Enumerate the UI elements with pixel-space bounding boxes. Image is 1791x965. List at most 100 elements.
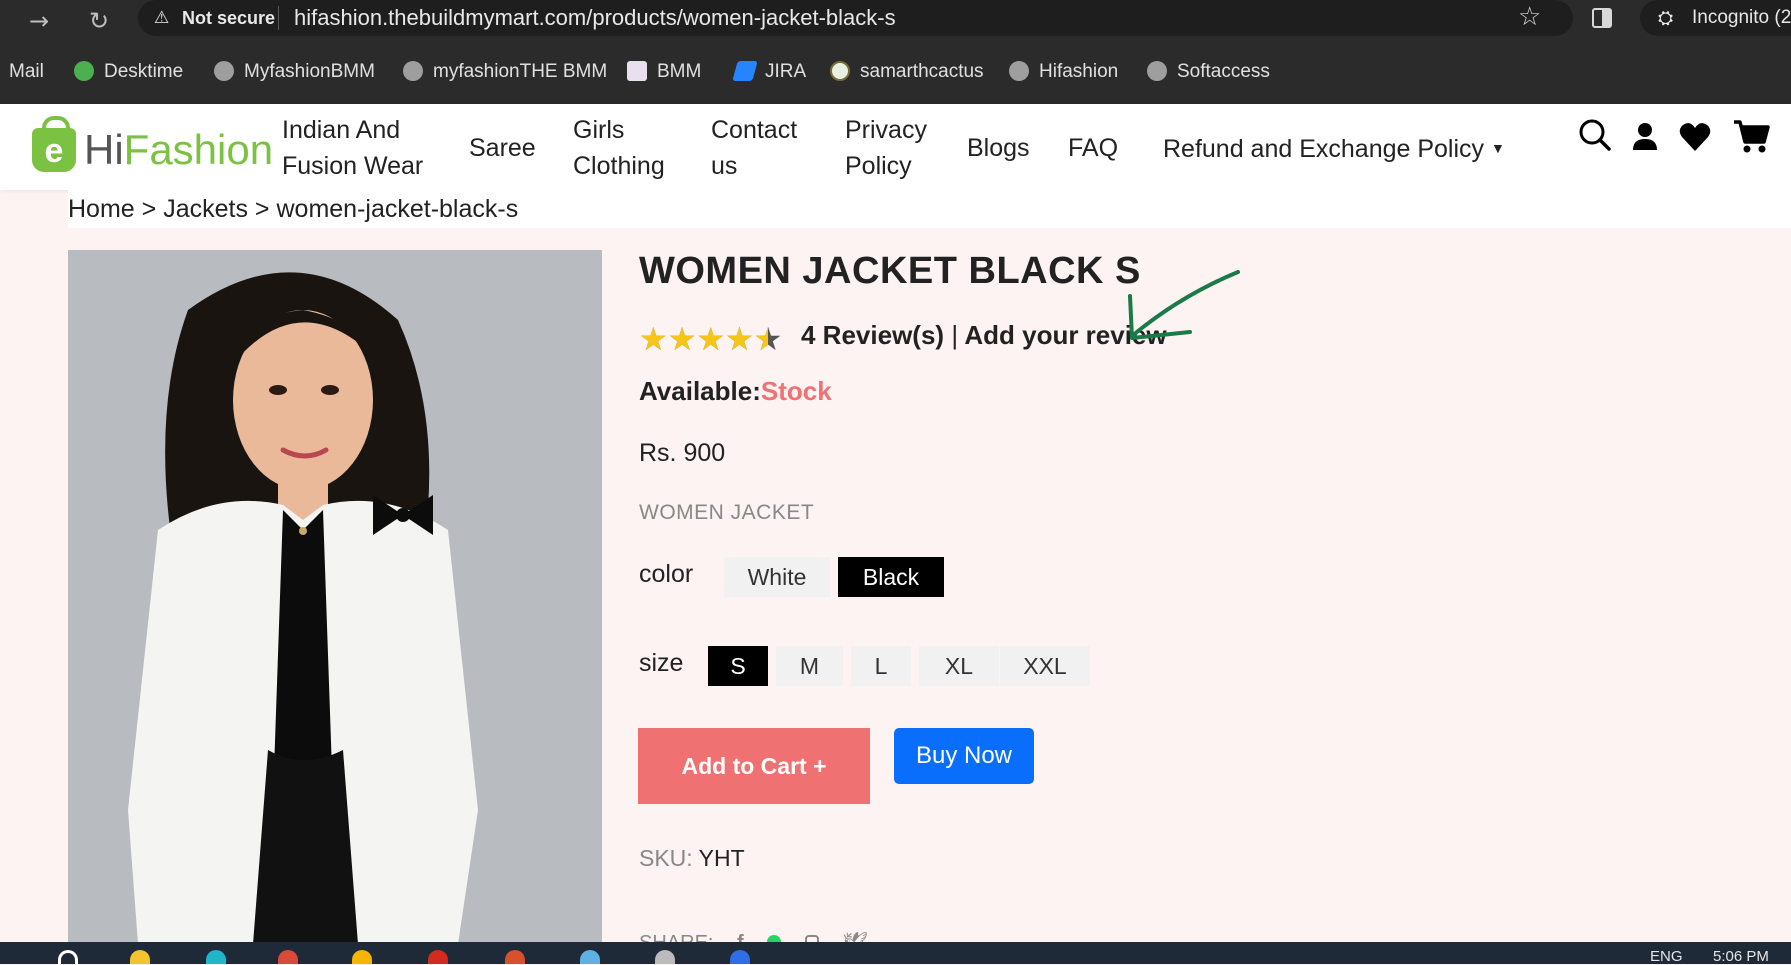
nav-line: Privacy <box>845 116 927 144</box>
bookmark-bmm[interactable]: BMM <box>627 61 701 83</box>
os-taskbar: ENG 5:06 PM <box>0 942 1791 965</box>
taskbar-chrome-icon[interactable] <box>278 950 298 964</box>
url-text[interactable]: hifashion.thebuildmymart.com/products/wo… <box>294 5 896 31</box>
bookmark-jira[interactable]: JIRA <box>732 61 806 83</box>
nav-saree[interactable]: Saree <box>469 130 536 166</box>
breadcrumb-category[interactable]: Jackets <box>163 195 248 223</box>
breadcrumb-home[interactable]: Home <box>68 195 135 223</box>
incognito-badge[interactable]: ⛭ Incognito (2) <box>1640 0 1791 36</box>
taskbar-app-icon[interactable] <box>428 950 448 964</box>
taskbar-app-icon[interactable] <box>580 950 600 964</box>
bookmark-label: Softaccess <box>1177 61 1270 82</box>
taskbar-app-icon[interactable] <box>505 950 525 964</box>
breadcrumb: Home > Jackets > women-jacket-black-s <box>68 190 1791 228</box>
color-label: color <box>639 560 694 588</box>
language-indicator[interactable]: ENG <box>1650 948 1683 965</box>
nav-line: Policy <box>845 152 912 180</box>
nav-line: Refund and Exchange Policy <box>1163 135 1485 163</box>
omnibox-divider <box>278 6 279 30</box>
heart-icon[interactable] <box>1678 116 1712 165</box>
reviews-line: 4 Review(s) | Add your review <box>801 320 1167 351</box>
color-option-white[interactable]: White <box>724 557 830 597</box>
warning-icon: ⚠ <box>154 8 170 28</box>
bookmark-softaccess[interactable]: Softaccess <box>1147 61 1270 83</box>
size-option-l[interactable]: L <box>851 646 911 686</box>
size-option-xxl[interactable]: XXL <box>1000 646 1090 686</box>
taskbar-app-icon[interactable] <box>730 950 750 964</box>
breadcrumb-current: women-jacket-black-s <box>276 195 519 223</box>
buy-now-button[interactable]: Buy Now <box>894 728 1034 784</box>
start-icon[interactable] <box>58 950 78 964</box>
chevron-down-icon: ▼ <box>1491 140 1505 156</box>
logo-text: HiFashion <box>84 126 273 174</box>
product-image[interactable] <box>68 250 602 944</box>
reviews-count-link[interactable]: 4 Review(s) <box>801 320 944 350</box>
bookmark-myfashionthebmm[interactable]: myfashionTHE BMM <box>403 61 607 83</box>
globe-icon <box>1009 61 1029 81</box>
bookmark-label: BMM <box>657 61 702 82</box>
add-to-cart-button[interactable]: Add to Cart + <box>638 728 870 804</box>
site-header: e HiFashion Indian And Fusion Wear Saree … <box>0 104 1791 190</box>
bookmark-myfashionbmm[interactable]: MyfashionBMM <box>214 61 375 83</box>
bookmark-hifashion[interactable]: Hifashion <box>1009 61 1118 83</box>
nav-refund-and-exchange-policy[interactable]: Refund and Exchange Policy ▼ <box>1163 130 1505 167</box>
bookmarks-bar: Mail Desktime MyfashionBMM myfashionTHE … <box>0 42 1791 104</box>
sku-value: YHT <box>698 845 745 871</box>
globe-icon <box>214 61 234 81</box>
product-price: Rs. 900 <box>639 439 726 467</box>
sku-label: SKU: <box>639 845 693 871</box>
forward-arrow-icon[interactable]: → <box>24 6 54 36</box>
annotation-arrow-icon <box>1128 270 1240 340</box>
sku: SKU: YHT <box>639 845 745 872</box>
search-icon[interactable] <box>1578 116 1612 165</box>
user-icon[interactable] <box>1630 116 1660 165</box>
incognito-icon: ⛭ <box>1658 7 1674 29</box>
security-label[interactable]: Not secure <box>182 8 275 29</box>
bookmark-desktime[interactable]: Desktime <box>74 61 183 83</box>
stars-filled: ★★★★★ <box>639 320 769 357</box>
product-category: WOMEN JACKET <box>639 501 815 524</box>
bookmark-label: MyfashionBMM <box>244 61 375 82</box>
size-option-xl[interactable]: XL <box>919 646 999 686</box>
logo-hi: Hi <box>84 126 124 173</box>
incognito-label: Incognito (2) <box>1692 7 1791 28</box>
bookmark-mail[interactable]: Mail <box>9 61 44 83</box>
nav-line: Girls <box>573 116 625 144</box>
size-option-m[interactable]: M <box>776 646 843 686</box>
taskbar-app-icon[interactable] <box>130 950 150 964</box>
nav-contact-us[interactable]: Contact us <box>711 112 797 184</box>
product-title: WOMEN JACKET BLACK S <box>639 250 1141 292</box>
logo-letter: e <box>44 132 64 170</box>
browser-toolbar: → ↻ ⚠ Not secure hifashion.thebuildmymar… <box>0 0 1791 42</box>
breadcrumb-separator: > <box>254 195 270 223</box>
globe-icon <box>403 61 423 81</box>
bookmark-label: Hifashion <box>1039 61 1119 82</box>
bookmark-samarthcactus[interactable]: samarthcactus <box>830 61 984 83</box>
nav-line: Blogs <box>967 134 1030 162</box>
cart-icon[interactable] <box>1732 116 1770 165</box>
side-panel-icon[interactable] <box>1592 8 1612 28</box>
taskbar-app-icon[interactable] <box>352 950 372 964</box>
nav-line: FAQ <box>1068 134 1119 162</box>
nav-line: Clothing <box>573 152 665 180</box>
size-option-s[interactable]: S <box>708 646 768 686</box>
shopping-bag-logo-icon: e <box>32 116 76 172</box>
nav-faq[interactable]: FAQ <box>1068 130 1118 166</box>
address-bar[interactable]: ⚠ Not secure hifashion.thebuildmymart.co… <box>138 0 1573 36</box>
taskbar-app-icon[interactable] <box>655 950 675 964</box>
nav-privacy-policy[interactable]: Privacy Policy <box>845 112 927 184</box>
size-label: size <box>639 649 684 677</box>
taskbar-app-icon[interactable] <box>206 950 226 964</box>
nav-girls-clothing[interactable]: Girls Clothing <box>573 112 665 184</box>
nav-indian-and-fusion-wear[interactable]: Indian And Fusion Wear <box>282 112 423 184</box>
desktime-icon <box>74 61 94 81</box>
nav-blogs[interactable]: Blogs <box>967 130 1030 166</box>
bookmark-star-icon[interactable]: ☆ <box>1518 2 1541 32</box>
bookmark-label: Desktime <box>104 61 184 82</box>
color-option-black[interactable]: Black <box>838 557 944 597</box>
samarthcactus-icon <box>830 61 850 81</box>
clock[interactable]: 5:06 PM <box>1713 948 1769 965</box>
jira-icon <box>732 61 758 81</box>
availability: Available:Stock <box>639 376 832 407</box>
reload-icon[interactable]: ↻ <box>84 6 114 36</box>
